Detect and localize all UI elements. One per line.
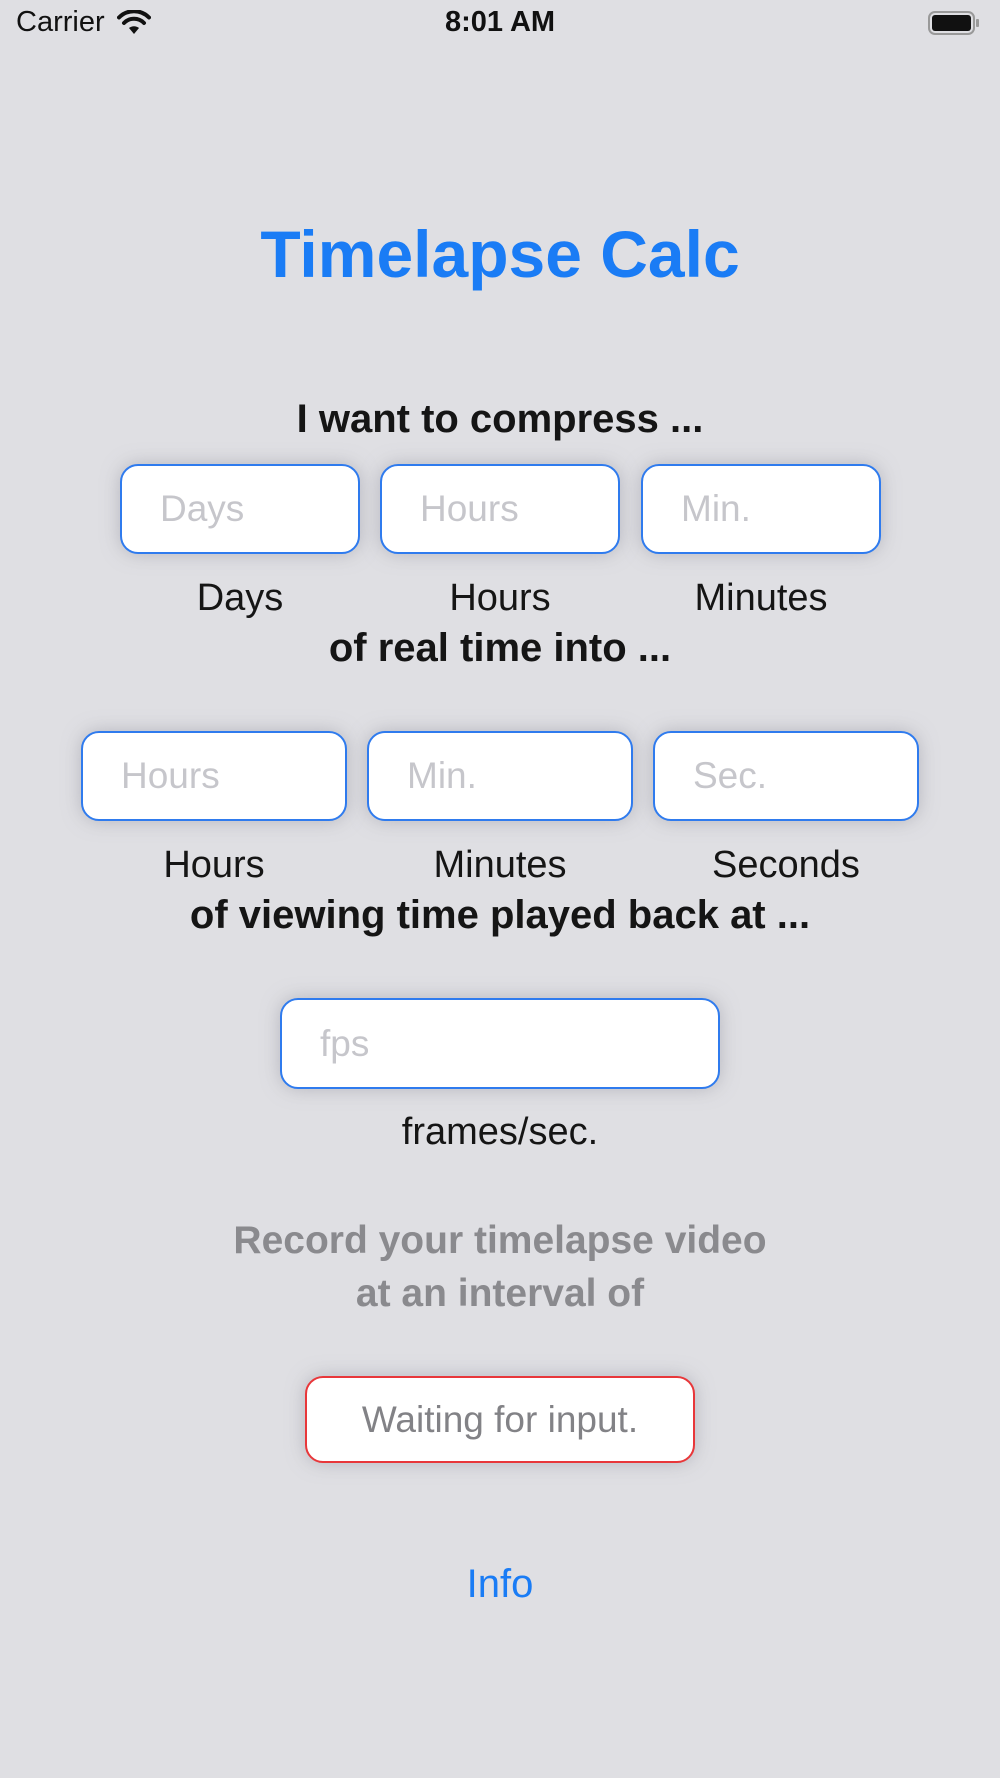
interval-result-field: Waiting for input.	[305, 1376, 695, 1463]
real-minutes-input[interactable]: Min.	[641, 464, 881, 554]
app-title: Timelapse Calc	[260, 217, 740, 291]
view-hours-label: Hours	[163, 844, 265, 886]
fps-label: frames/sec.	[401, 1111, 599, 1153]
playback-heading: of viewing time played back at ...	[189, 893, 811, 937]
view-minutes-input[interactable]: Min.	[367, 731, 633, 821]
real-minutes-label: Minutes	[694, 577, 828, 619]
view-minutes-label: Minutes	[433, 844, 567, 886]
info-button[interactable]: Info	[0, 1562, 1000, 1607]
real-hours-label: Hours	[449, 577, 551, 619]
real-hours-input[interactable]: Hours	[380, 464, 620, 554]
status-time: 8:01 AM	[444, 6, 556, 38]
real-days-input[interactable]: Days	[120, 464, 360, 554]
view-seconds-label: Seconds	[712, 844, 860, 886]
compress-heading: I want to compress ...	[296, 397, 704, 441]
real-time-heading: of real time into ...	[328, 626, 672, 670]
real-days-label: Days	[196, 577, 284, 619]
result-text-line1: Record your timelapse video	[233, 1219, 767, 1262]
battery-icon	[928, 11, 979, 35]
view-seconds-input[interactable]: Sec.	[653, 731, 919, 821]
result-text-line2: at an interval of	[355, 1272, 645, 1315]
fps-input[interactable]: fps	[280, 998, 720, 1089]
view-hours-input[interactable]: Hours	[81, 731, 347, 821]
